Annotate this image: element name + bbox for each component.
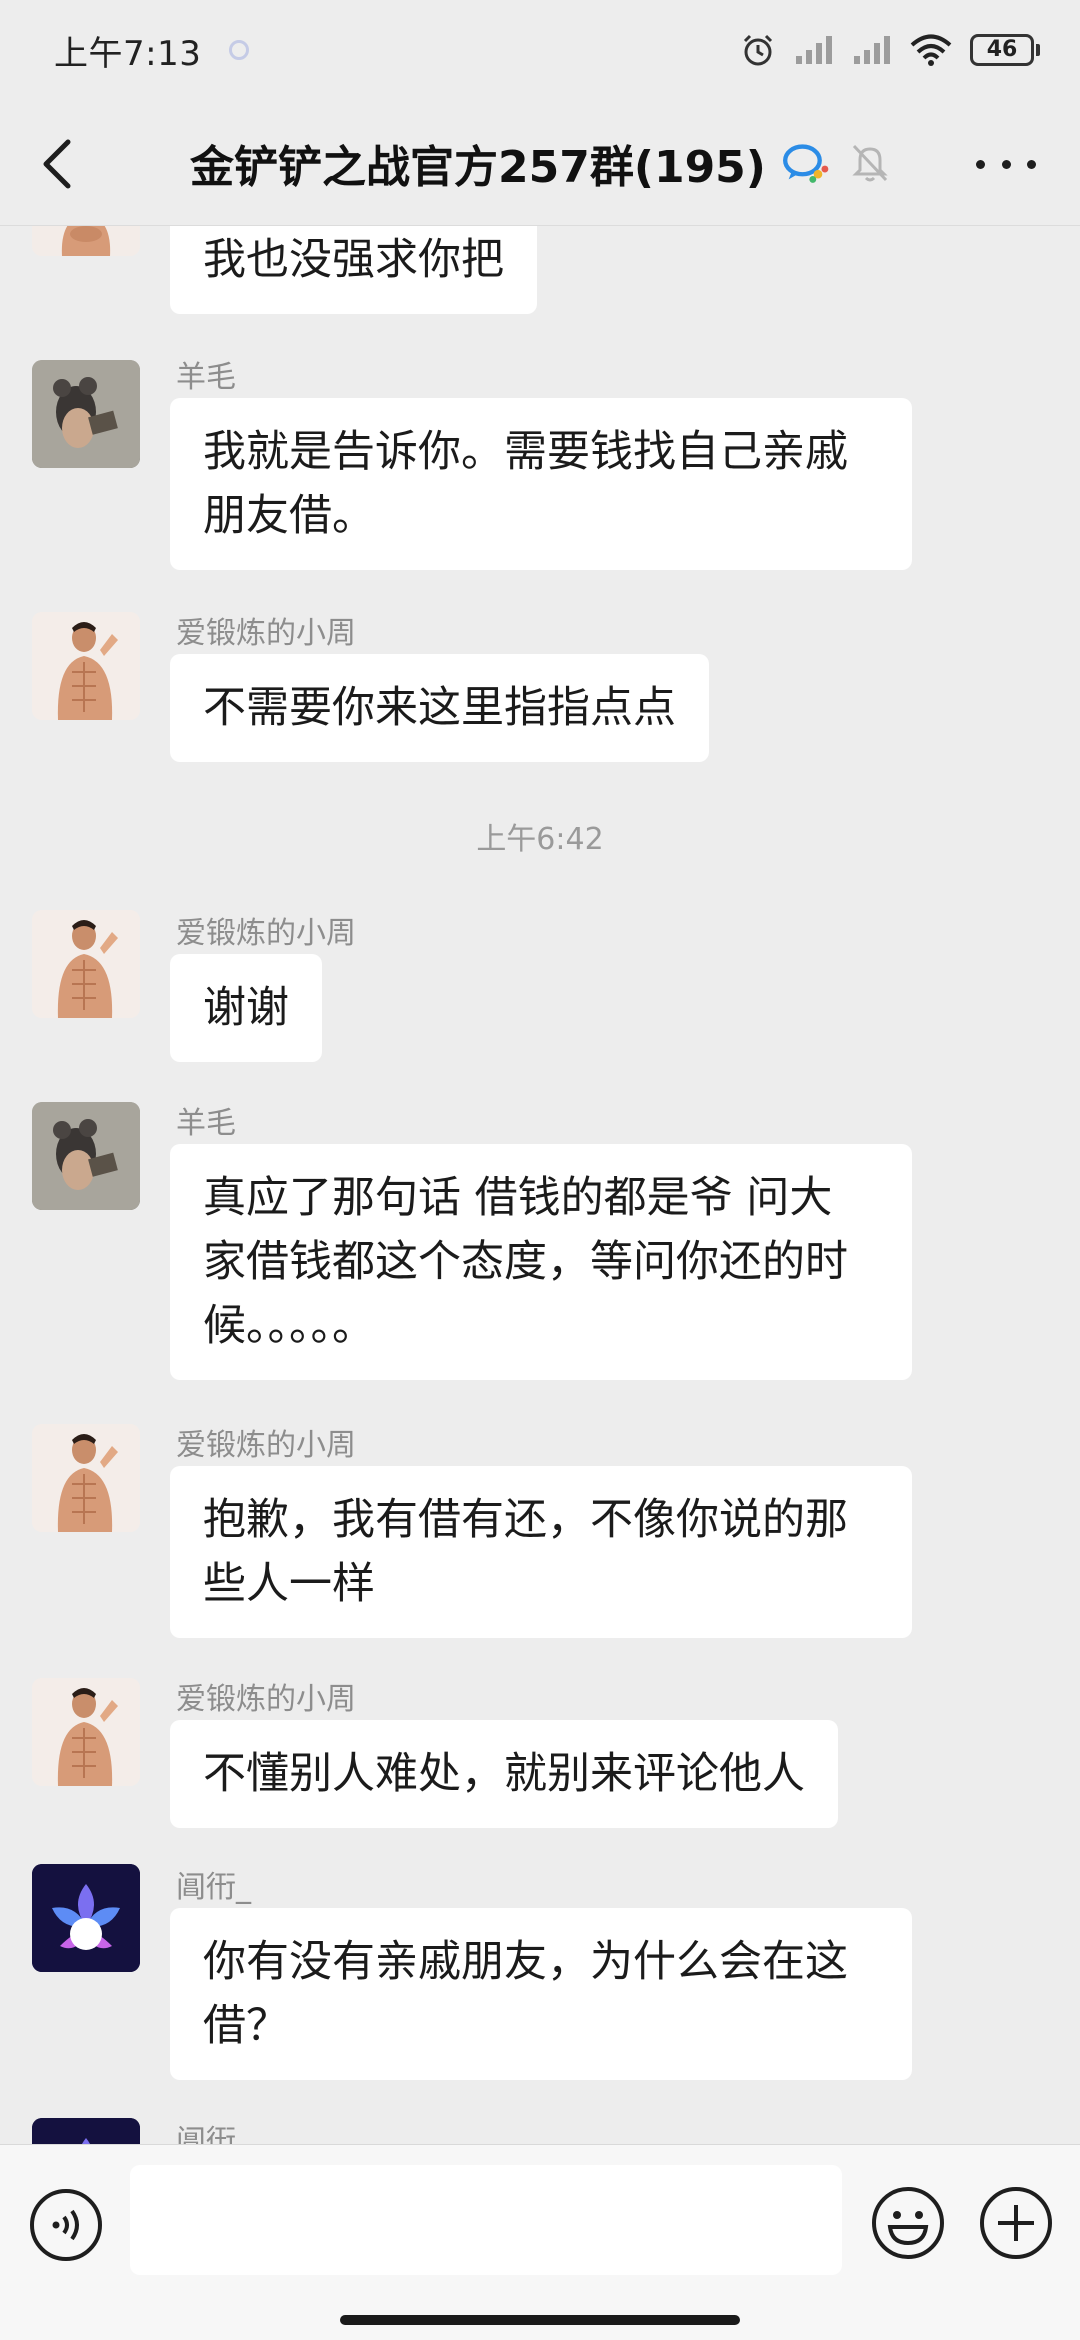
message-bubble[interactable]: 你有没有亲戚朋友，为什么会在这 借？ [170, 1908, 912, 2080]
timestamp: 上午6:42 [476, 822, 604, 857]
message-text: 你有没有亲戚朋友，为什么会在这 借？ [203, 1937, 848, 2051]
status-time: 上午7:13 [54, 33, 202, 74]
alarm-icon [743, 34, 773, 66]
message-bubble[interactable]: 不需要你来这里指指点点 [170, 654, 709, 762]
avatar[interactable] [32, 360, 140, 468]
avatar[interactable] [32, 612, 140, 720]
chat-header: 金铲铲之战官方257群(195) [0, 100, 1080, 226]
avatar[interactable] [32, 1424, 140, 1532]
sender-name: 爱锻炼的小周 [176, 1682, 356, 1717]
sender-name: 羊毛 [176, 1106, 236, 1141]
message-bubble[interactable]: 不懂别人难处，就别来评论他人 [170, 1720, 838, 1828]
battery-level: 46 [970, 34, 1034, 66]
home-indicator[interactable] [340, 2315, 740, 2325]
avatar[interactable] [32, 1678, 140, 1786]
title-wrap[interactable]: 金铲铲之战官方257群(195) [190, 100, 830, 226]
avatar[interactable] [32, 1102, 140, 1210]
notification-dot-icon [229, 40, 250, 60]
back-icon[interactable] [34, 136, 84, 192]
message-bubble[interactable]: 抱歉，我有借有还，不像你说的那 些人一样 [170, 1466, 912, 1638]
avatar[interactable] [32, 2118, 140, 2144]
message-bubble[interactable]: 谢谢 [170, 954, 322, 1062]
wifi-icon [910, 34, 952, 66]
message-text: 我也没强求你把 [203, 235, 504, 285]
status-bar: 上午7:13 46 [0, 0, 1080, 100]
message-bubble[interactable]: 我就是告诉你。需要钱找自己亲戚 朋友借。 [170, 398, 912, 570]
status-icons: 46 [740, 32, 1040, 68]
chat-title: 金铲铲之战官方257群(195) [190, 142, 766, 193]
message-text: 抱歉，我有借有还，不像你说的那 些人一样 [203, 1495, 848, 1609]
more-icon[interactable] [976, 152, 1036, 176]
mute-bell-icon [852, 144, 888, 182]
sender-name: 爱锻炼的小周 [176, 616, 356, 651]
message-text: 我就是告诉你。需要钱找自己亲戚 朋友借。 [203, 427, 848, 541]
signal-icon-2 [854, 36, 890, 64]
battery-icon: 46 [970, 34, 1040, 66]
sender-name: 阊衎_ [176, 1870, 251, 1905]
sender-name: 羊毛 [176, 360, 236, 395]
emoji-icon[interactable] [870, 2185, 946, 2261]
sender-name: 爱锻炼的小周 [176, 916, 356, 951]
message-text: 真应了那句话 借钱的都是爷 问大 家借钱都这个态度，等问你还的时 候。。。。。 [203, 1173, 848, 1351]
sender-name: 爱锻炼的小周 [176, 1428, 356, 1463]
avatar[interactable] [32, 910, 140, 1018]
sender-name: 阊衎 [176, 2124, 236, 2144]
input-bar [0, 2144, 1080, 2340]
message-bubble[interactable]: 真应了那句话 借钱的都是爷 问大 家借钱都这个态度，等问你还的时 候。。。。。 [170, 1144, 912, 1380]
avatar[interactable] [32, 226, 140, 256]
message-text: 谢谢 [203, 983, 289, 1033]
message-text: 不需要你来这里指指点点 [203, 683, 676, 733]
avatar[interactable] [32, 1864, 140, 1972]
message-input[interactable] [130, 2165, 842, 2275]
wecom-icon [782, 144, 829, 183]
signal-icon [796, 36, 832, 64]
voice-icon[interactable] [28, 2187, 104, 2263]
plus-icon[interactable] [978, 2185, 1054, 2261]
message-bubble[interactable]: 我也没强求你把 [170, 226, 537, 314]
message-text: 不懂别人难处，就别来评论他人 [203, 1749, 805, 1799]
message-list[interactable]: 我也没强求你把 羊毛 我就是告诉你。需要钱找自己亲戚 朋友借。 爱锻炼的小周 不… [0, 226, 1080, 2144]
